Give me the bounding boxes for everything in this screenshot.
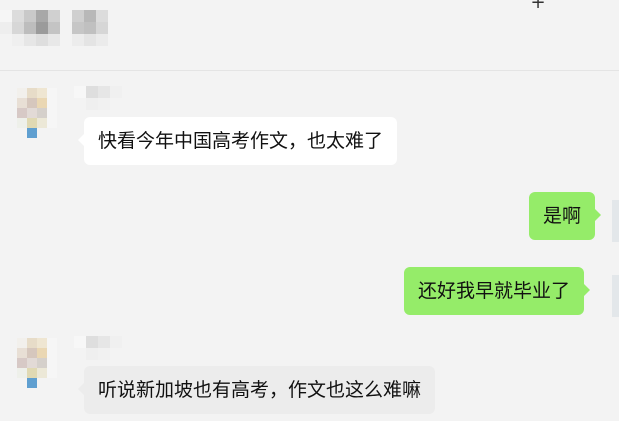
chat-title-pixelated-2 <box>72 10 108 46</box>
message-bubble[interactable]: 还好我早就毕业了 <box>404 267 591 315</box>
avatar[interactable] <box>17 338 57 388</box>
message-bubble[interactable]: 听说新加坡也有高考，作文也这么难嘛 <box>77 366 436 414</box>
message-text: 听说新加坡也有高考，作文也这么难嘛 <box>98 379 422 401</box>
sender-name-pixelated <box>74 336 122 360</box>
plus-icon[interactable]: + <box>529 0 547 12</box>
self-avatar[interactable] <box>612 200 619 242</box>
self-avatar[interactable] <box>612 275 619 317</box>
avatar[interactable] <box>17 88 57 138</box>
message-text: 快看今年中国高考作文，也太难了 <box>98 130 384 152</box>
chat-header: + <box>0 0 619 71</box>
message-text: 是啊 <box>543 205 582 227</box>
message-bubble[interactable]: 快看今年中国高考作文，也太难了 <box>77 117 398 165</box>
message-text: 还好我早就毕业了 <box>418 280 571 302</box>
sender-name-pixelated <box>74 86 122 110</box>
message-bubble[interactable]: 是啊 <box>529 192 602 240</box>
chat-title-pixelated <box>0 10 72 46</box>
